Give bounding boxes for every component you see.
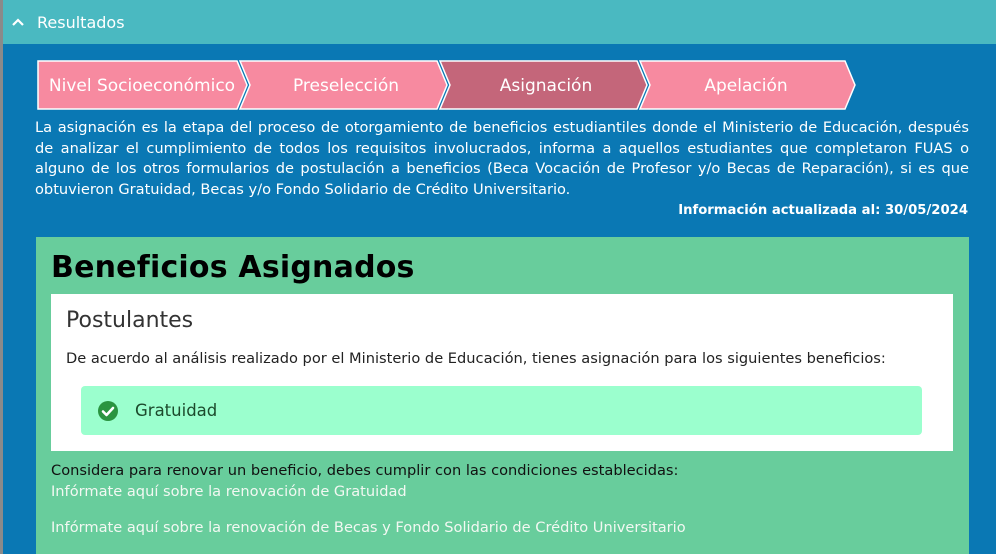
step-label-socioeconomico: Nivel Socioeconómico <box>49 76 235 96</box>
process-steps: Nivel Socioeconómico Preselección Asigna… <box>37 60 857 110</box>
chevron-up-icon[interactable] <box>3 0 37 44</box>
applicants-title: Postulantes <box>66 308 194 333</box>
process-steps-graphic: Nivel Socioeconómico Preselección Asigna… <box>37 60 856 110</box>
benefits-title: Beneficios Asignados <box>51 250 415 285</box>
results-panel: Resultados Nivel Socioeconómico Preselec… <box>3 0 996 554</box>
renewal-note: Considera para renovar un beneficio, deb… <box>51 462 679 479</box>
gratuidad-renewal-link[interactable]: Infórmate aquí sobre la renovación de Gr… <box>51 483 407 500</box>
results-header[interactable]: Resultados <box>3 0 996 44</box>
applicants-card: Postulantes De acuerdo al análisis reali… <box>51 294 953 451</box>
step-label-preseleccion: Preselección <box>293 76 399 96</box>
assignment-description: La asignación es la etapa del proceso de… <box>35 119 969 198</box>
step-label-asignacion: Asignación <box>500 76 592 96</box>
step-label-apelacion: Apelación <box>704 76 787 96</box>
applicants-text: De acuerdo al análisis realizado por el … <box>66 350 886 367</box>
check-circle-icon <box>98 400 118 421</box>
benefit-label: Gratuidad <box>135 401 218 420</box>
results-header-title: Resultados <box>37 12 125 32</box>
update-date: Información actualizada al: 30/05/2024 <box>678 203 968 218</box>
benefit-item-gratuidad: Gratuidad <box>81 386 922 435</box>
benefits-section: Beneficios Asignados Postulantes De acue… <box>36 237 969 554</box>
becas-fscu-renewal-link[interactable]: Infórmate aquí sobre la renovación de Be… <box>51 519 686 536</box>
